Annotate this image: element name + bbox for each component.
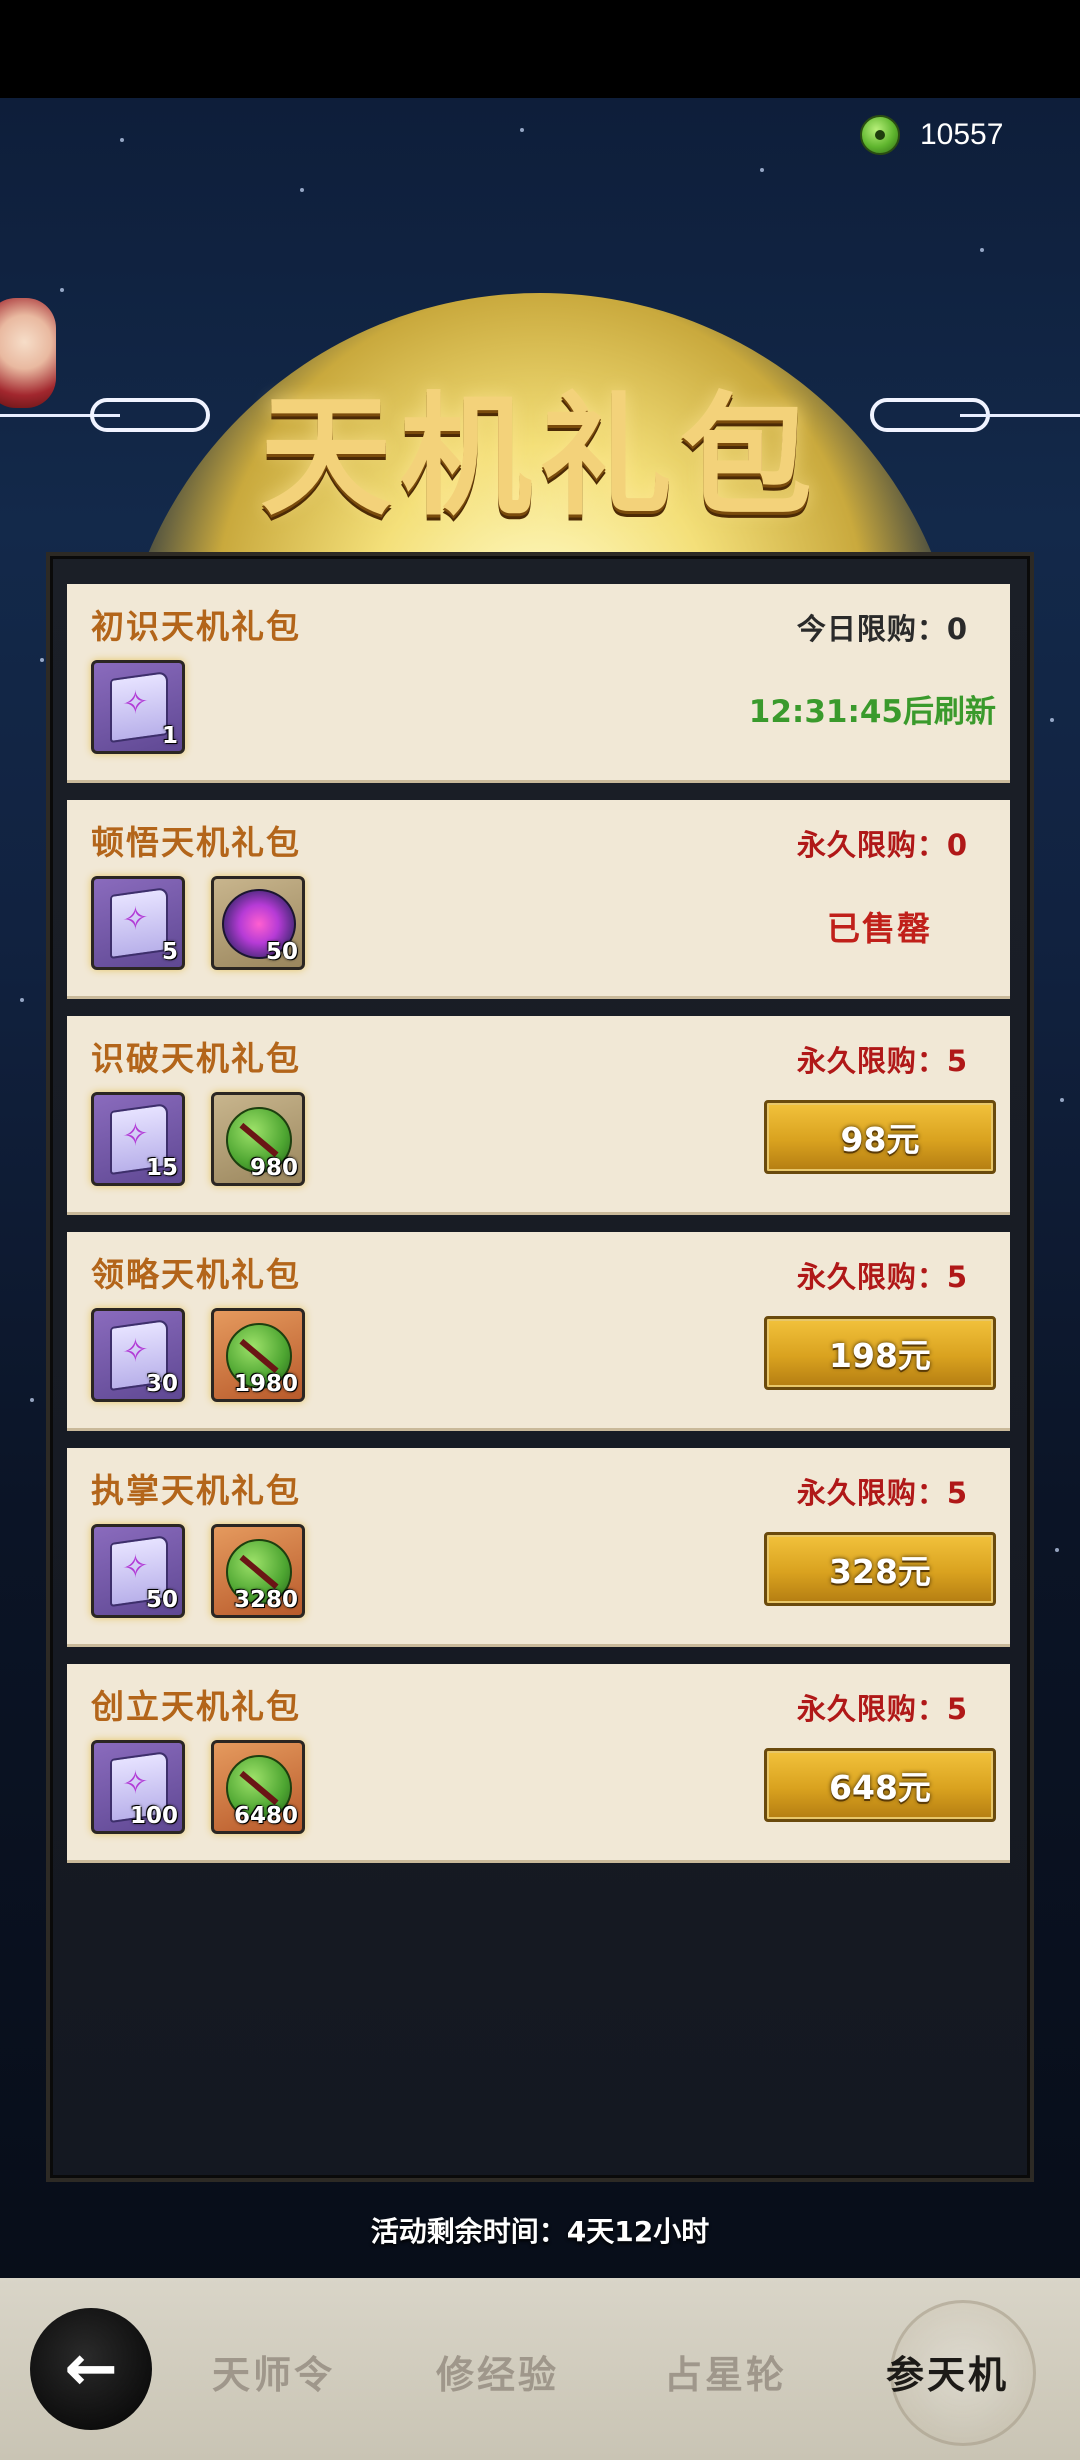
currency-display: 10557 bbox=[860, 112, 1030, 158]
buy-button[interactable]: 328元 bbox=[764, 1532, 996, 1606]
item-count: 1 bbox=[161, 723, 178, 749]
item-count: 30 bbox=[145, 1371, 178, 1397]
pack-name: 识破天机礼包 bbox=[91, 1039, 301, 1078]
pack-item[interactable]: 100 bbox=[91, 1740, 185, 1834]
tab-zhanxinglun[interactable]: 占星轮 bbox=[664, 2344, 787, 2399]
gift-pack-card: 初识天机礼包 今日限购：0 1 12:31:45后刷新 bbox=[67, 584, 1010, 780]
bottom-nav: ← 天师令 修经验 占星轮 参天机 bbox=[0, 2278, 1080, 2460]
pack-item[interactable]: 6480 bbox=[211, 1740, 305, 1834]
book-icon bbox=[110, 670, 168, 744]
refresh-timer: 12:31:45后刷新 bbox=[748, 694, 996, 730]
back-arrow-icon: ← bbox=[64, 2332, 118, 2406]
pack-item[interactable]: 5 bbox=[91, 876, 185, 970]
item-count: 50 bbox=[265, 939, 298, 965]
purchase-limit: 今日限购：0 bbox=[796, 612, 968, 646]
purchase-limit: 永久限购：5 bbox=[796, 1476, 968, 1510]
item-count: 15 bbox=[145, 1155, 178, 1181]
avatar[interactable] bbox=[0, 298, 56, 408]
status-bar bbox=[0, 0, 1080, 98]
event-remaining-time: 活动剩余时间：4天12小时 bbox=[370, 2215, 710, 2248]
pack-item[interactable]: 1980 bbox=[211, 1308, 305, 1402]
pack-name: 顿悟天机礼包 bbox=[91, 823, 301, 862]
pack-name: 执掌天机礼包 bbox=[91, 1471, 301, 1510]
item-count: 5 bbox=[161, 939, 178, 965]
gift-pack-card: 创立天机礼包 永久限购：5 100 6480 648元 bbox=[67, 1664, 1010, 1860]
gift-pack-card: 识破天机礼包 永久限购：5 15 980 98元 bbox=[67, 1016, 1010, 1212]
cloud-decoration-line bbox=[960, 414, 1080, 417]
pack-name: 领略天机礼包 bbox=[91, 1255, 301, 1294]
purchase-limit: 永久限购：5 bbox=[796, 1260, 968, 1294]
gift-pack-card: 执掌天机礼包 永久限购：5 50 3280 328元 bbox=[67, 1448, 1010, 1644]
book-icon bbox=[110, 886, 168, 960]
jade-coin-icon bbox=[860, 115, 900, 155]
pack-item[interactable]: 50 bbox=[211, 876, 305, 970]
pack-item[interactable]: 980 bbox=[211, 1092, 305, 1186]
gift-pack-card: 顿悟天机礼包 永久限购：0 5 50 已售罄 bbox=[67, 800, 1010, 996]
pack-item[interactable]: 50 bbox=[91, 1524, 185, 1618]
item-count: 100 bbox=[129, 1803, 178, 1829]
pack-name: 初识天机礼包 bbox=[91, 607, 301, 646]
soldout-label: 已售罄 bbox=[827, 909, 932, 948]
page-title: 天机礼包 bbox=[260, 379, 820, 534]
item-count: 50 bbox=[145, 1587, 178, 1613]
tab-cantianji[interactable]: 参天机 bbox=[886, 2344, 1009, 2399]
purchase-limit: 永久限购：0 bbox=[796, 828, 968, 862]
tab-tianshiling[interactable]: 天师令 bbox=[212, 2344, 335, 2399]
back-button[interactable]: ← bbox=[30, 2308, 152, 2430]
item-count: 6480 bbox=[233, 1803, 298, 1829]
item-count: 980 bbox=[249, 1155, 298, 1181]
pack-item[interactable]: 1 bbox=[91, 660, 185, 754]
currency-value: 10557 bbox=[920, 118, 1004, 151]
item-count: 1980 bbox=[233, 1371, 298, 1397]
pack-item[interactable]: 3280 bbox=[211, 1524, 305, 1618]
buy-button[interactable]: 198元 bbox=[764, 1316, 996, 1390]
item-count: 3280 bbox=[233, 1587, 298, 1613]
tab-xiujingyan[interactable]: 修经验 bbox=[436, 2344, 559, 2399]
buy-button[interactable]: 648元 bbox=[764, 1748, 996, 1822]
page-title-banner: 天机礼包 bbox=[0, 330, 1080, 534]
buy-button[interactable]: 98元 bbox=[764, 1100, 996, 1174]
purchase-limit: 永久限购：5 bbox=[796, 1044, 968, 1078]
purchase-limit: 永久限购：5 bbox=[796, 1692, 968, 1726]
pack-name: 创立天机礼包 bbox=[91, 1687, 301, 1726]
gift-pack-card: 领略天机礼包 永久限购：5 30 1980 198元 bbox=[67, 1232, 1010, 1428]
pack-item[interactable]: 15 bbox=[91, 1092, 185, 1186]
pack-item[interactable]: 30 bbox=[91, 1308, 185, 1402]
